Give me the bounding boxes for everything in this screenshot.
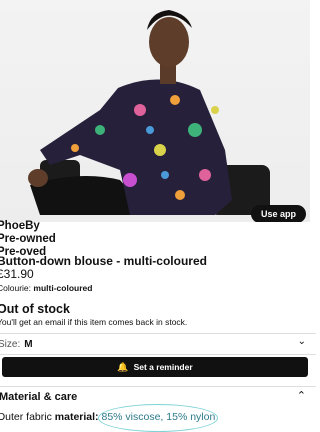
set-reminder-label: Set a reminder [133,362,193,372]
brand-name[interactable]: PhoeBy [0,220,40,233]
product-price: £31.90 [0,267,34,281]
material-label: material: [54,411,99,423]
size-selector[interactable]: Size: M ⌄ [0,333,316,355]
stock-status-subtitle: You'll get an email if this item comes b… [0,317,188,327]
highlight-circle [98,404,218,432]
colour-label: Colourie: [0,283,32,293]
size-label: Size: [0,338,21,350]
bell-icon: 🔔 [117,361,129,372]
chevron-down-icon: ⌄ [297,336,306,347]
chevron-up-icon: ⌃ [296,390,306,402]
material-prefix: Outer fabric [0,411,55,423]
stock-status-title: Out of stock [0,302,70,316]
size-value: M [24,338,33,350]
product-image[interactable]: Use app [0,0,310,222]
colour-value: multi-coloured [33,283,93,293]
condition-label: Pre-owned [0,233,56,245]
material-care-heading: Material & care [0,391,78,403]
colour-info: Colourie: multi-coloured [0,282,92,295]
use-app-button[interactable]: Use app [250,205,306,222]
set-reminder-button[interactable]: 🔔 Set a reminder [2,357,308,377]
